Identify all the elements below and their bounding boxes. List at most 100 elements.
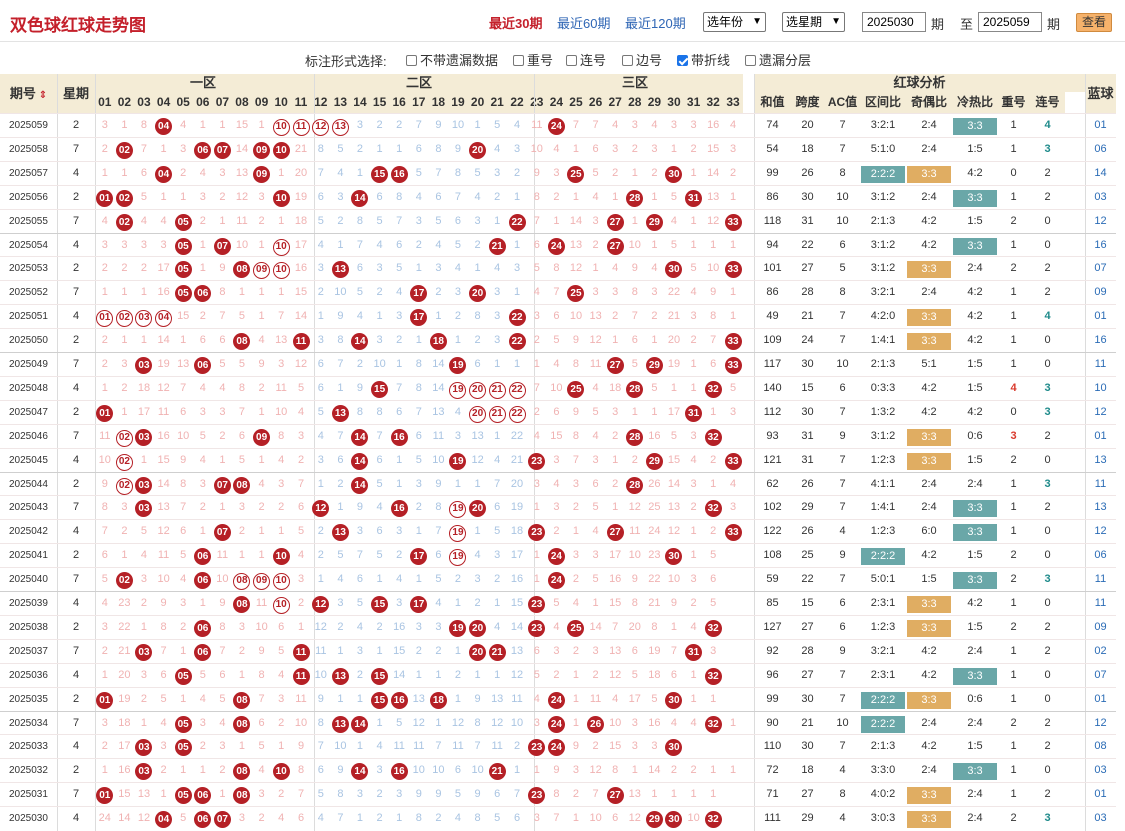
number-cell: 8 [415, 381, 422, 394]
cold-hot-cell: 4:2 [967, 310, 983, 323]
span-cell: 21 [801, 716, 814, 729]
span-cell: 24 [801, 334, 814, 347]
period-link-60[interactable]: 最近60期 [557, 13, 610, 32]
issue-unit-label: 期 [931, 17, 945, 32]
option-5[interactable]: 遗漏分层 [745, 50, 811, 69]
col-issue[interactable]: 期号 ⇕ [0, 74, 57, 113]
number-cell: 7 [553, 812, 560, 825]
number-cell: 3 [592, 453, 599, 466]
number-cell: 6 [454, 764, 462, 777]
drawn-ball: 14 [351, 333, 369, 351]
period-link-120[interactable]: 最近120期 [625, 13, 686, 32]
number-cell: 8 [356, 214, 364, 227]
number-cell: 27 [605, 210, 625, 234]
issue-cell: 2025031 [9, 789, 48, 801]
number-cell: 8 [553, 788, 560, 801]
sum-cell: 86 [766, 190, 779, 203]
option-4[interactable]: 带折线 [677, 50, 730, 69]
drawn-ball: 21 [488, 643, 506, 661]
number-cell: 4 [553, 142, 560, 155]
weekday-cell: 7 [72, 142, 80, 155]
number-cell: 1 [513, 286, 521, 299]
number-cell: 1 [631, 764, 638, 777]
week-select[interactable]: 选星期 ▼ [782, 12, 845, 32]
number-cell: 33 [723, 257, 743, 281]
option-2[interactable]: 连号 [566, 50, 606, 69]
odd-even-cell: 4:2 [921, 668, 937, 681]
number-cell: 06 [193, 353, 213, 377]
to-issue-input[interactable]: 2025059 [978, 12, 1042, 32]
number-cell: 3 [612, 405, 619, 418]
checkbox-icon[interactable] [513, 55, 524, 66]
from-issue-input[interactable]: 2025030 [862, 12, 926, 32]
number-cell: 7 [337, 358, 344, 370]
marked-ball: 19 [449, 549, 467, 567]
consecutive-cell: 2 [1044, 262, 1051, 275]
number-cell: 11 [432, 429, 445, 442]
weekday-cell: 7 [72, 286, 80, 299]
weekday-cell: 4 [72, 381, 80, 394]
zone-ratio-cell: 3:1:2 [870, 262, 896, 275]
number-cell: 8 [376, 405, 383, 418]
num-header: 09 [251, 92, 272, 113]
number-cell: 1 [140, 620, 148, 633]
ac-cell: 10 [836, 358, 849, 370]
number-cell: 3 [317, 334, 324, 347]
number-cell: 2 [494, 573, 501, 586]
number-cell: 7 [454, 190, 462, 203]
checkbox-icon[interactable] [566, 55, 577, 66]
blue-ball-cell: 08 [1094, 740, 1107, 753]
span-cell: 31 [801, 214, 814, 227]
drawn-ball: 07 [213, 476, 231, 494]
issue-cell: 2025046 [9, 430, 48, 442]
number-cell: 3 [729, 501, 737, 514]
checkbox-icon[interactable] [677, 55, 688, 66]
number-cell: 2 [690, 501, 697, 514]
number-cell: 2 [238, 525, 246, 538]
number-cell: 3 [396, 525, 403, 538]
checkbox-icon[interactable] [745, 55, 756, 66]
num-header: 07 [212, 92, 233, 113]
drawn-ball: 33 [724, 333, 742, 351]
number-cell: 1 [729, 190, 737, 203]
ac-cell: 7 [839, 740, 846, 753]
sort-icon[interactable]: ⇕ [36, 90, 47, 101]
option-0[interactable]: 不带遗漏数据 [406, 50, 498, 69]
number-cell: 4 [533, 286, 540, 299]
query-button[interactable]: 查看 [1076, 13, 1112, 32]
period-link-30[interactable]: 最近30期 [489, 13, 542, 32]
issue-cell: 2025041 [9, 550, 48, 562]
option-1[interactable]: 重号 [513, 50, 553, 69]
number-cell: 1 [337, 644, 344, 657]
year-select[interactable]: 选年份 ▼ [703, 12, 766, 32]
number-cell: 22 [667, 286, 681, 299]
cold-hot-cell: 3:3 [953, 234, 997, 258]
number-cell: 21 [648, 597, 661, 609]
ratio-badge: 3:3 [907, 596, 951, 613]
number-cell: 11 [511, 692, 523, 705]
number-cell: 29 [645, 449, 665, 473]
number-cell: 5 [592, 405, 599, 418]
option-3[interactable]: 边号 [622, 50, 662, 69]
number-cell: 04 [154, 162, 174, 186]
number-cell: 1 [101, 286, 108, 299]
number-cell: 11 [216, 549, 229, 562]
num-header: 24 [546, 92, 567, 113]
repeat-cell: 1 [1010, 334, 1017, 347]
checkbox-icon[interactable] [622, 55, 633, 66]
number-cell: 16 [393, 620, 406, 633]
checkbox-icon[interactable] [406, 55, 417, 66]
number-cell: 3 [553, 644, 560, 657]
sum-cell: 101 [763, 262, 782, 275]
number-cell: 1 [612, 334, 619, 347]
number-cell: 6 [317, 358, 324, 370]
number-cell: 29 [645, 353, 665, 377]
repeat-cell: 1 [1010, 142, 1017, 155]
number-cell: 20 [468, 138, 488, 162]
zone-ratio-cell: 2:2:2 [861, 544, 905, 568]
number-cell: 02 [115, 449, 135, 473]
marked-ball: 02 [115, 429, 133, 447]
number-cell: 4 [592, 190, 599, 203]
number-cell: 8 [238, 381, 246, 394]
number-cell: 3 [317, 262, 324, 275]
